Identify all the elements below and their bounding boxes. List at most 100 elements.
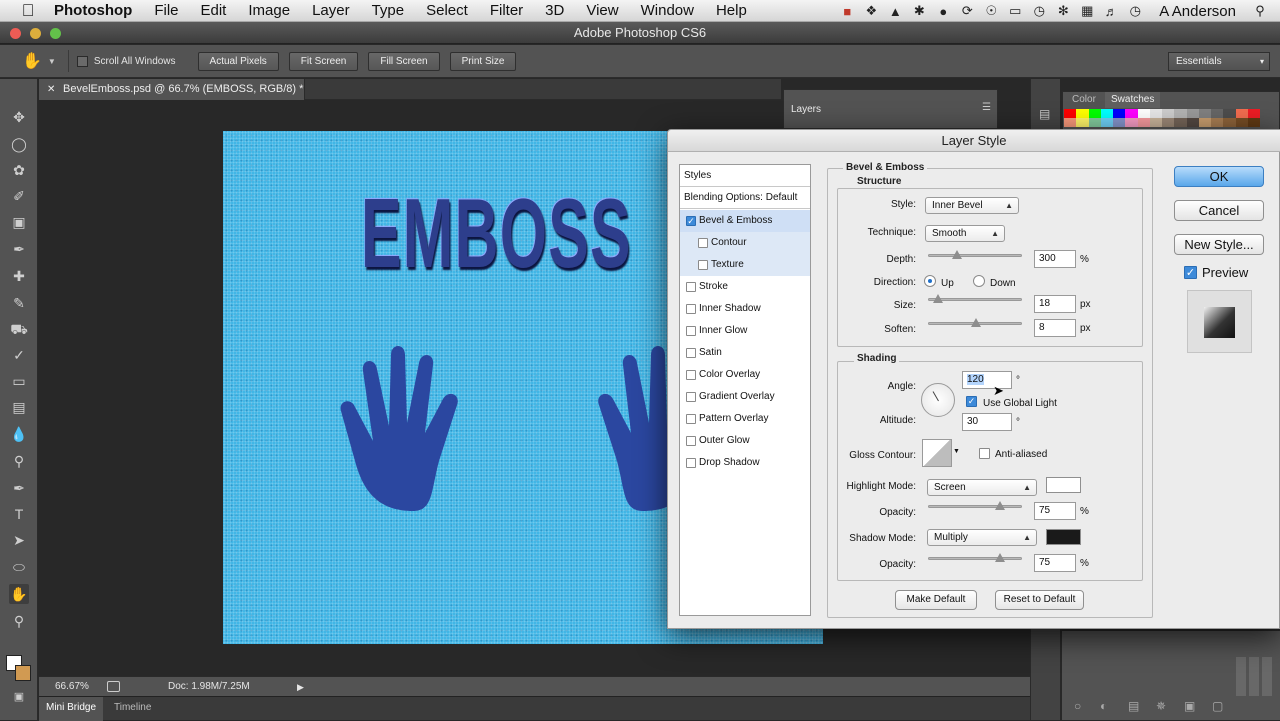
checkbox[interactable] (686, 436, 696, 446)
paw-icon[interactable]: ● (931, 4, 955, 19)
checkbox[interactable] (698, 238, 708, 248)
tab-timeline[interactable]: Timeline (107, 697, 158, 721)
checkbox[interactable] (686, 304, 696, 314)
soften-slider[interactable] (928, 318, 1022, 327)
cancel-button[interactable]: Cancel (1174, 200, 1264, 221)
spotlight-search-icon[interactable]: ⚲ (1248, 3, 1272, 19)
menu-help[interactable]: Help (705, 0, 758, 22)
style-item-bevel-emboss[interactable]: ✓ Bevel & Emboss (680, 210, 810, 232)
chevron-down-icon[interactable]: ▼ (953, 448, 960, 455)
close-window-icon[interactable] (10, 28, 21, 39)
brush-tool-icon[interactable]: ✎ (9, 293, 29, 313)
style-item-stroke[interactable]: Stroke (680, 276, 810, 298)
shadow-color-swatch[interactable] (1046, 529, 1081, 545)
menu-app-name[interactable]: Photoshop (52, 0, 143, 22)
type-tool-icon[interactable]: T (9, 504, 29, 524)
minimize-window-icon[interactable] (30, 28, 41, 39)
menu-layer[interactable]: Layer (301, 0, 361, 22)
quick-mask-icon[interactable]: ▣ (9, 687, 29, 707)
background-color-swatch[interactable] (15, 665, 31, 681)
accessibility-icon[interactable]: ☉ (979, 3, 1003, 19)
panel-menu-icon[interactable]: ☰ (982, 102, 991, 113)
menu-type[interactable]: Type (361, 0, 416, 22)
angle-dial[interactable] (921, 383, 955, 417)
gradient-tool-icon[interactable]: ▤ (9, 397, 29, 417)
style-item-gradient-overlay[interactable]: Gradient Overlay (680, 386, 810, 408)
shadow-opacity-slider[interactable] (928, 553, 1022, 562)
folder-icon[interactable]: ▤ (1128, 699, 1139, 713)
altitude-input[interactable]: 30 (962, 413, 1012, 431)
stamp-tool-icon[interactable]: ⛟ (9, 319, 29, 339)
style-item-inner-glow[interactable]: Inner Glow (680, 320, 810, 342)
layers-panel-tab[interactable]: Layers (791, 104, 821, 115)
healing-brush-tool-icon[interactable]: ✚ (9, 266, 29, 286)
swatch-grid[interactable] (1064, 109, 1260, 127)
zoom-tool-icon[interactable]: ⚲ (9, 611, 29, 631)
slider-thumb[interactable] (952, 250, 963, 259)
apple-icon[interactable]:  (18, 1, 38, 20)
style-item-inner-shadow[interactable]: Inner Shadow (680, 298, 810, 320)
size-slider[interactable] (928, 294, 1022, 303)
document-tab[interactable]: ✕ BevelEmboss.psd @ 66.7% (EMBOSS, RGB/8… (39, 79, 305, 100)
menu-view[interactable]: View (575, 0, 629, 22)
hand-tool-preset-icon[interactable]: ✋ (22, 51, 42, 71)
direction-up-radio[interactable] (924, 275, 936, 287)
highlight-opacity-slider[interactable] (928, 501, 1022, 510)
highlight-opacity-input[interactable]: 75 (1034, 502, 1076, 520)
scroll-all-checkbox[interactable] (76, 55, 88, 67)
checkbox[interactable] (686, 282, 696, 292)
display-icon[interactable]: ▭ (1003, 3, 1027, 19)
calendar-icon[interactable]: ▦ (1075, 3, 1099, 19)
depth-slider[interactable] (928, 250, 1022, 259)
asterisk-icon[interactable]: ✱ (907, 3, 931, 19)
fill-screen-button[interactable]: Fill Screen (368, 51, 440, 71)
menu-filter[interactable]: Filter (479, 0, 534, 22)
checkbox[interactable] (698, 260, 708, 270)
direction-down-radio[interactable] (973, 275, 985, 287)
style-select[interactable]: Inner Bevel ▲ (925, 197, 1019, 214)
new-style-button[interactable]: New Style... (1174, 234, 1264, 255)
lasso-tool-icon[interactable]: ✿ (9, 160, 29, 180)
size-input[interactable]: 18 (1034, 295, 1076, 313)
reset-to-default-button[interactable]: Reset to Default (995, 590, 1084, 610)
workspace-select[interactable]: Essentials ▾ (1168, 52, 1270, 71)
tab-mini-bridge[interactable]: Mini Bridge (39, 697, 104, 721)
checked-checkbox-icon[interactable]: ✓ (686, 216, 696, 226)
layer-style-icon[interactable]: ○ (1074, 699, 1081, 713)
checkbox[interactable] (686, 348, 696, 358)
eyedropper-tool-icon[interactable]: ✒ (9, 239, 29, 259)
global-light-checkbox[interactable]: ✓ (966, 396, 977, 407)
history-brush-tool-icon[interactable]: ✓ (9, 345, 29, 365)
menu-window[interactable]: Window (630, 0, 705, 22)
link-icon[interactable]: ✵ (1156, 699, 1166, 713)
dialog-title[interactable]: Layer Style (668, 130, 1280, 152)
marquee-tool-icon[interactable]: ◯ (9, 134, 29, 154)
ok-button[interactable]: OK (1174, 166, 1264, 187)
zoom-window-icon[interactable] (50, 28, 61, 39)
soften-input[interactable]: 8 (1034, 319, 1076, 337)
time-machine-icon[interactable]: ◷ (1027, 3, 1051, 19)
checkbox[interactable] (686, 326, 696, 336)
style-item-satin[interactable]: Satin (680, 342, 810, 364)
checkbox[interactable] (686, 414, 696, 424)
angle-input[interactable]: 120 (962, 371, 1012, 389)
blur-tool-icon[interactable]: 💧 (9, 424, 29, 444)
clock-icon[interactable]: ◷ (1123, 3, 1147, 19)
dropbox-icon[interactable]: ❖ (859, 3, 883, 19)
style-item-drop-shadow[interactable]: Drop Shadow (680, 452, 810, 474)
slider-thumb[interactable] (933, 294, 944, 303)
blending-options-item[interactable]: Blending Options: Default (680, 187, 810, 209)
move-tool-icon[interactable]: ✥ (9, 107, 29, 127)
print-size-button[interactable]: Print Size (449, 51, 517, 71)
menu-file[interactable]: File (143, 0, 189, 22)
bluetooth-icon[interactable]: ✻ (1051, 3, 1075, 19)
slider-thumb[interactable] (994, 553, 1005, 562)
dodge-tool-icon[interactable]: ⚲ (9, 451, 29, 471)
shape-tool-icon[interactable]: ⬭ (9, 557, 29, 577)
swatches-panel-tab[interactable]: Swatches (1105, 92, 1161, 108)
path-selection-tool-icon[interactable]: ➤ (9, 530, 29, 550)
checkbox[interactable] (686, 370, 696, 380)
make-default-button[interactable]: Make Default (895, 590, 977, 610)
chevron-down-icon[interactable]: ▼ (48, 57, 56, 66)
style-item-contour[interactable]: Contour (680, 232, 810, 254)
